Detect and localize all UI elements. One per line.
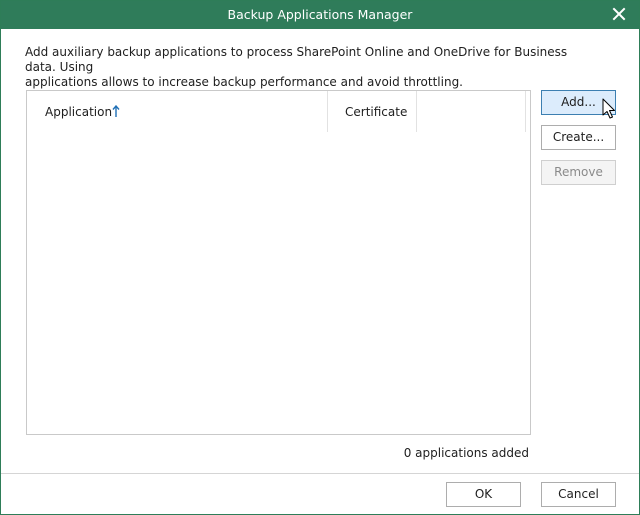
grid-body[interactable] — [27, 132, 530, 434]
column-header-empty[interactable] — [417, 91, 526, 132]
title-bar[interactable]: Backup Applications Manager — [1, 1, 639, 29]
ok-button[interactable]: OK — [446, 482, 521, 507]
description-line-2: applications allows to increase backup p… — [25, 75, 463, 89]
column-label-application: Application — [45, 105, 113, 119]
applications-grid[interactable]: Application Certificate — [26, 90, 531, 435]
column-label-certificate: Certificate — [345, 105, 408, 119]
description-line-1: Add auxiliary backup applications to pro… — [25, 45, 568, 74]
close-icon[interactable] — [611, 6, 627, 22]
applications-count-status: 0 applications added — [403, 446, 529, 460]
remove-button[interactable]: Remove — [541, 160, 616, 185]
column-header-application[interactable]: Application — [27, 91, 328, 132]
dialog-description: Add auxiliary backup applications to pro… — [25, 45, 585, 90]
dialog-title: Backup Applications Manager — [227, 7, 413, 22]
sort-up-arrow-icon — [112, 104, 120, 118]
backup-applications-manager-dialog: Backup Applications Manager Add auxiliar… — [0, 0, 640, 515]
grid-header: Application Certificate — [27, 91, 530, 132]
create-button[interactable]: Create... — [541, 125, 616, 150]
mouse-pointer-icon — [602, 98, 616, 120]
cancel-button[interactable]: Cancel — [541, 482, 616, 507]
column-header-certificate[interactable]: Certificate — [328, 91, 417, 132]
